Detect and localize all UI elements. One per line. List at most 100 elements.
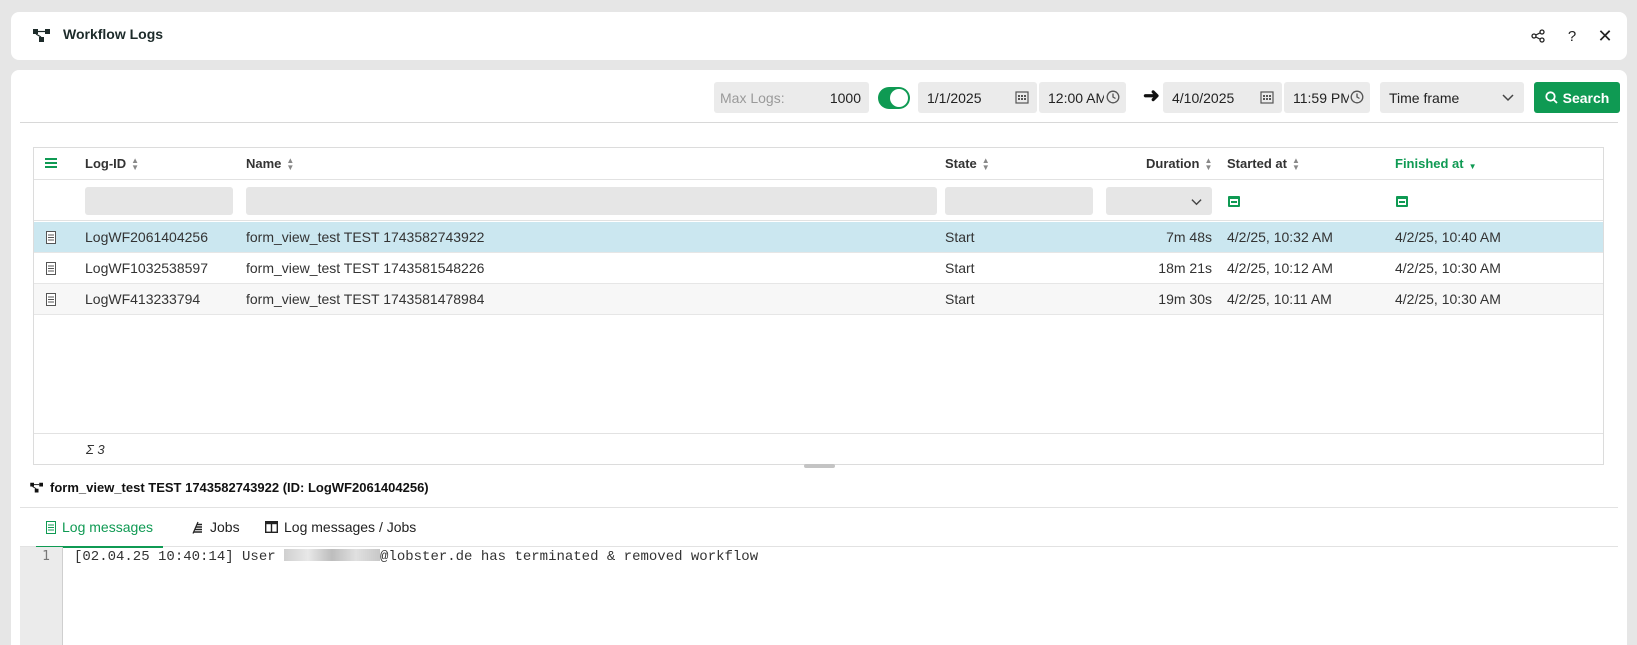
- cell-name: form_view_test TEST 1743582743922: [246, 229, 485, 245]
- col-log-id-label: Log-ID: [85, 156, 127, 171]
- from-time-input[interactable]: 12:00 AM: [1039, 82, 1126, 113]
- timeframe-select[interactable]: Time frame: [1380, 82, 1524, 113]
- document-icon: [46, 521, 56, 534]
- tab-jobs-label: Jobs: [210, 519, 240, 535]
- log-line: [02.04.25 10:40:14] User @lobster.de has…: [74, 549, 758, 565]
- search-button[interactable]: Search: [1534, 82, 1620, 113]
- calendar-icon[interactable]: [1015, 90, 1029, 104]
- split-columns-icon: [265, 521, 278, 533]
- window-title: Workflow Logs: [63, 26, 164, 42]
- cell-state: Start: [945, 229, 975, 245]
- tab-log-messages-jobs-label: Log messages / Jobs: [284, 519, 417, 535]
- line-number-gutter: 1: [20, 547, 63, 645]
- filter-toolbar: Max Logs: 1000 1/1/2025 12:00 AM ➜ 4/10/…: [11, 70, 1627, 123]
- col-started[interactable]: Started at ▲ ▼: [1227, 156, 1300, 171]
- cell-state: Start: [945, 291, 975, 307]
- cell-log-id: LogWF2061404256: [85, 229, 208, 245]
- tab-log-messages[interactable]: Log messages: [36, 519, 164, 548]
- search-icon: [1545, 91, 1558, 104]
- cell-name: form_view_test TEST 1743581548226: [246, 260, 485, 276]
- to-date-value: 4/10/2025: [1172, 90, 1235, 106]
- col-duration[interactable]: Duration ▲ ▼: [1146, 156, 1212, 171]
- col-started-label: Started at: [1227, 156, 1287, 171]
- cell-started: 4/2/25, 10:12 AM: [1227, 260, 1333, 276]
- sort-icon: ▲ ▼: [286, 155, 295, 172]
- cell-duration: 19m 30s: [1158, 291, 1212, 307]
- workflow-icon: [33, 29, 50, 42]
- max-logs-label: Max Logs:: [720, 90, 785, 106]
- col-log-id[interactable]: Log-ID ▲ ▼: [85, 156, 139, 171]
- log-id-filter[interactable]: [85, 187, 233, 215]
- col-name-label: Name: [246, 156, 282, 171]
- finished-filter-calendar-icon[interactable]: [1395, 194, 1409, 208]
- cell-finished: 4/2/25, 10:30 AM: [1395, 260, 1501, 276]
- tab-jobs[interactable]: Jobs: [192, 519, 240, 548]
- main-panel: Max Logs: 1000 1/1/2025 12:00 AM ➜ 4/10/…: [11, 70, 1627, 645]
- name-filter[interactable]: [246, 187, 937, 215]
- column-menu-icon[interactable]: [45, 157, 57, 169]
- sort-icon: ▲ ▼: [1204, 155, 1213, 172]
- to-time-value: 11:59 PM: [1293, 90, 1349, 106]
- cell-finished: 4/2/25, 10:40 AM: [1395, 229, 1501, 245]
- duration-filter[interactable]: [1106, 187, 1212, 215]
- detail-title-text: form_view_test TEST 1743582743922 (ID: L…: [50, 480, 429, 495]
- title-bar: Workflow Logs ? ✕: [11, 12, 1627, 60]
- help-icon[interactable]: ?: [1560, 24, 1584, 48]
- share-icon[interactable]: [1526, 24, 1550, 48]
- cell-started: 4/2/25, 10:11 AM: [1227, 291, 1332, 307]
- toolbar-divider: [20, 122, 1618, 123]
- logs-table: Log-ID ▲ ▼ Name ▲ ▼ State ▲ ▼ Duration ▲ ▼ Start…: [33, 147, 1604, 465]
- arrow-right-icon: ➜: [1143, 85, 1160, 107]
- cell-duration: 7m 48s: [1166, 229, 1212, 245]
- close-icon[interactable]: ✕: [1593, 24, 1617, 48]
- date-range-toggle[interactable]: [878, 87, 910, 109]
- cell-state: Start: [945, 260, 975, 276]
- max-logs-value: 1000: [829, 90, 861, 106]
- log-editor[interactable]: 1 [02.04.25 10:40:14] User @lobster.de h…: [20, 547, 1618, 645]
- cell-finished: 4/2/25, 10:30 AM: [1395, 291, 1501, 307]
- to-date-input[interactable]: 4/10/2025: [1163, 82, 1282, 113]
- chevron-down-icon: [1191, 199, 1202, 206]
- clock-icon[interactable]: [1106, 90, 1120, 104]
- from-time-value: 12:00 AM: [1048, 90, 1104, 106]
- tab-log-messages-jobs[interactable]: Log messages / Jobs: [265, 519, 416, 548]
- workflow-icon: [30, 482, 43, 492]
- col-finished[interactable]: Finished at ▼: [1395, 156, 1477, 171]
- table-row[interactable]: LogWF413233794 form_view_test TEST 17435…: [34, 284, 1603, 315]
- chevron-down-icon: [1502, 94, 1514, 102]
- table-row[interactable]: LogWF2061404256 form_view_test TEST 1743…: [34, 222, 1603, 253]
- sort-icon: ▲ ▼: [131, 155, 140, 172]
- calendar-icon[interactable]: [1260, 90, 1274, 104]
- timeframe-value: Time frame: [1389, 90, 1460, 106]
- detail-tabs: Log messages Jobs Log messages / Jobs: [20, 507, 1618, 548]
- tab-log-messages-label: Log messages: [62, 519, 154, 535]
- detail-title: form_view_test TEST 1743582743922 (ID: L…: [30, 480, 429, 495]
- log-prefix: [02.04.25 10:40:14] User: [74, 549, 285, 565]
- line-number: 1: [42, 549, 50, 564]
- cell-log-id: LogWF413233794: [85, 291, 201, 307]
- sort-icon: ▲ ▼: [1291, 155, 1300, 172]
- col-state-label: State: [945, 156, 977, 171]
- started-filter-calendar-icon[interactable]: [1227, 194, 1241, 208]
- search-label: Search: [1562, 89, 1610, 106]
- log-suffix: @lobster.de has terminated & removed wor…: [380, 549, 759, 565]
- cell-duration: 18m 21s: [1158, 260, 1212, 276]
- col-finished-label: Finished at: [1395, 156, 1464, 171]
- col-duration-label: Duration: [1146, 156, 1200, 171]
- sort-desc-icon: ▼: [1468, 161, 1477, 171]
- filter-row: [34, 180, 1603, 221]
- document-icon: [46, 262, 56, 275]
- table-row[interactable]: LogWF1032538597 form_view_test TEST 1743…: [34, 253, 1603, 284]
- to-time-input[interactable]: 11:59 PM: [1284, 82, 1370, 113]
- max-logs-field[interactable]: Max Logs: 1000: [714, 82, 869, 113]
- cell-name: form_view_test TEST 1743581478984: [246, 291, 485, 307]
- col-name[interactable]: Name ▲ ▼: [246, 156, 294, 171]
- from-date-input[interactable]: 1/1/2025: [918, 82, 1037, 113]
- from-date-value: 1/1/2025: [927, 90, 982, 106]
- col-state[interactable]: State ▲ ▼: [945, 156, 990, 171]
- cell-started: 4/2/25, 10:32 AM: [1227, 229, 1333, 245]
- clock-icon[interactable]: [1350, 90, 1364, 104]
- panel-splitter-handle[interactable]: [804, 464, 835, 468]
- state-filter[interactable]: [945, 187, 1093, 215]
- toggle-knob: [890, 89, 908, 107]
